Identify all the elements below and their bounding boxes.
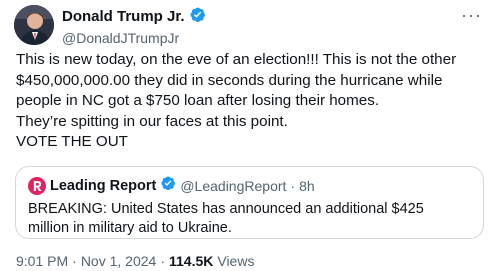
tweet-time[interactable]: 9:01 PM (16, 253, 68, 269)
quoted-tweet[interactable]: Leading Report @LeadingReport · 8h BREAK… (15, 166, 484, 239)
dot-separator: · (290, 177, 296, 194)
quoted-tweet-text: BREAKING: United States has announced an… (28, 201, 424, 236)
quoted-timestamp[interactable]: 8h (299, 178, 315, 194)
tweet-text: This is new today, on the eve of an elec… (16, 50, 491, 153)
tweet-date[interactable]: Nov 1, 2024 (81, 253, 157, 269)
verified-badge-icon (189, 6, 206, 28)
author-block: Donald Trump Jr. @DonaldJTrumpJr (62, 6, 206, 47)
leading-report-logo-icon (28, 176, 46, 195)
avatar[interactable] (14, 5, 54, 45)
tweet-footer: 9:01 PM · Nov 1, 2024 · 114.5K Views (16, 253, 254, 269)
author-handle[interactable]: @DonaldJTrumpJr (62, 29, 206, 47)
tweet-paragraph: This is new today, on the eve of an elec… (16, 51, 457, 109)
dot-separator: · (160, 253, 165, 269)
tweet-paragraph: They’re spitting in our faces at this po… (16, 112, 288, 130)
quoted-author-handle[interactable]: @LeadingReport (180, 178, 286, 194)
views-count: 114.5K (168, 253, 214, 269)
author-name[interactable]: Donald Trump Jr. (62, 8, 185, 26)
quoted-author-name[interactable]: Leading Report (50, 178, 156, 194)
verified-badge-icon (160, 175, 176, 196)
quoted-tweet-header: Leading Report @LeadingReport · 8h (28, 175, 315, 196)
avatar-image (14, 5, 54, 45)
dot-separator: · (72, 253, 77, 269)
tweet-paragraph: VOTE THE OUT (16, 133, 128, 150)
views-label: Views (217, 253, 255, 269)
more-options-icon[interactable]: ··· (461, 6, 482, 24)
